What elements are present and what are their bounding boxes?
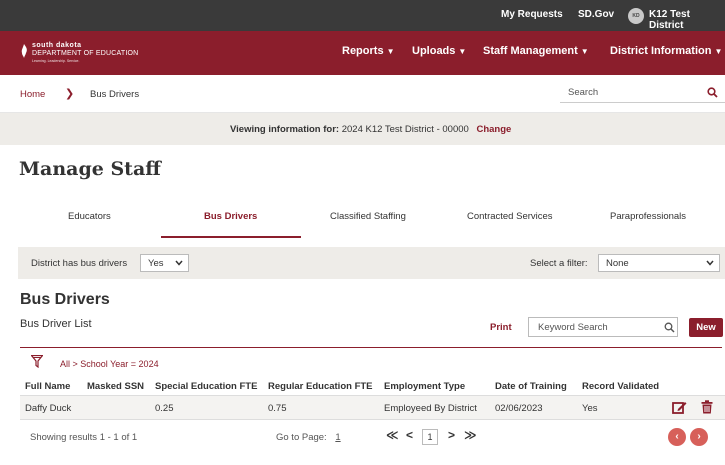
viewing-label: Viewing information for:	[230, 124, 340, 135]
keyword-search-placeholder: Keyword Search	[538, 322, 608, 333]
tab-classified-staffing[interactable]: Classified Staffing	[330, 211, 406, 222]
column-header[interactable]: Employment Type	[384, 381, 465, 392]
cell-full-name: Daffy Duck	[25, 403, 72, 414]
print-link[interactable]: Print	[490, 322, 512, 333]
caret-down-icon: ▼	[458, 47, 467, 56]
results-count: Showing results 1 - 1 of 1	[30, 432, 138, 443]
active-filter-text[interactable]: All > School Year = 2024	[60, 359, 159, 369]
search-placeholder: Search	[568, 87, 599, 98]
sdgov-link[interactable]: SD.Gov	[578, 9, 614, 20]
column-header[interactable]: Masked SSN	[87, 381, 144, 392]
chevron-down-icon	[706, 260, 714, 266]
has-bus-drivers-select[interactable]: Yes	[140, 254, 189, 272]
tab-educators[interactable]: Educators	[68, 211, 111, 222]
nav-staff-management-label: Staff Management	[483, 45, 578, 57]
has-bus-drivers-value: Yes	[148, 258, 164, 269]
select-filter-label: Select a filter:	[530, 258, 588, 269]
active-tab-indicator	[161, 236, 301, 238]
goto-page: Go to Page: 1	[276, 432, 341, 443]
cell-employment-type: Employeed By District	[384, 403, 477, 414]
cell-record-validated: Yes	[582, 403, 598, 414]
current-page[interactable]: 1	[422, 429, 438, 445]
tab-paraprofessionals[interactable]: Paraprofessionals	[610, 211, 686, 222]
nav-district-information-label: District Information	[610, 45, 712, 57]
cell-reg-fte: 0.75	[268, 403, 287, 414]
column-header[interactable]: Special Education FTE	[155, 381, 257, 392]
delete-icon[interactable]	[701, 400, 713, 414]
flame-icon	[21, 44, 27, 58]
next-circle-button[interactable]: ›	[690, 428, 708, 446]
keyword-search-input[interactable]: Keyword Search	[528, 317, 678, 337]
last-page-icon[interactable]: ≫	[464, 428, 477, 442]
district-account-link[interactable]: K12 Test District	[649, 9, 725, 31]
viewing-info: Viewing information for: 2024 K12 Test D…	[230, 124, 511, 135]
change-link[interactable]: Change	[476, 124, 511, 135]
cell-date-of-training: 02/06/2023	[495, 403, 543, 414]
nav-uploads[interactable]: Uploads ▼	[412, 45, 466, 57]
column-header[interactable]: Full Name	[25, 381, 70, 392]
breadcrumb: Home ❯ Bus Drivers Search	[0, 75, 725, 113]
nav-staff-management[interactable]: Staff Management ▼	[483, 45, 589, 57]
nav-district-information[interactable]: District Information ▼	[610, 45, 722, 57]
breadcrumb-home[interactable]: Home	[20, 89, 45, 100]
goto-page-label: Go to Page:	[276, 432, 327, 443]
caret-down-icon: ▼	[714, 47, 723, 56]
edit-icon[interactable]	[672, 400, 687, 414]
table-header: Full Name Masked SSN Special Education F…	[20, 380, 725, 396]
list-title: Bus Driver List	[20, 318, 92, 330]
has-bus-drivers-label: District has bus drivers	[31, 258, 128, 269]
search-input[interactable]: Search	[560, 85, 725, 103]
prev-page-icon[interactable]: <	[406, 428, 413, 442]
top-utility-bar: My Requests SD.Gov KD K12 Test District	[0, 0, 725, 31]
viewing-info-bar: Viewing information for: 2024 K12 Test D…	[0, 113, 725, 145]
nav-uploads-label: Uploads	[412, 45, 456, 57]
column-header[interactable]: Date of Training	[495, 381, 567, 392]
tab-bus-drivers[interactable]: Bus Drivers	[204, 211, 257, 222]
filter-icon[interactable]	[31, 355, 43, 368]
filter-select[interactable]: None	[598, 254, 720, 272]
section-title: Bus Drivers	[20, 291, 110, 308]
divider	[20, 347, 722, 348]
table-row[interactable]: Daffy Duck 0.25 0.75 Employeed By Distri…	[20, 396, 725, 420]
nav-reports[interactable]: Reports ▼	[342, 45, 394, 57]
column-header[interactable]: Record Validated	[582, 381, 659, 392]
page-title: Manage Staff	[19, 158, 161, 180]
logo-line-2: DEPARTMENT OF EDUCATION	[32, 50, 139, 57]
tab-contracted-services[interactable]: Contracted Services	[467, 211, 553, 222]
search-icon[interactable]	[707, 87, 718, 98]
main-navbar: south dakota DEPARTMENT OF EDUCATION Lea…	[0, 31, 725, 75]
cell-sped-fte: 0.25	[155, 403, 174, 414]
caret-down-icon: ▼	[386, 47, 395, 56]
new-button[interactable]: New	[689, 318, 723, 337]
pagination: Showing results 1 - 1 of 1 Go to Page: 1…	[20, 421, 725, 451]
viewing-value: 2024 K12 Test District - 00000	[341, 124, 469, 135]
logo-tagline: Learning. Leadership. Service.	[32, 59, 80, 63]
logo-line-1: south dakota	[32, 42, 82, 49]
chevron-down-icon	[175, 260, 183, 266]
filter-select-value: None	[606, 258, 629, 269]
first-page-icon[interactable]: ≪	[386, 428, 399, 442]
next-page-icon[interactable]: >	[448, 428, 455, 442]
breadcrumb-current: Bus Drivers	[90, 89, 140, 100]
column-header[interactable]: Regular Education FTE	[268, 381, 373, 392]
chevron-right-icon: ❯	[65, 88, 75, 100]
filter-bar: District has bus drivers Yes Select a fi…	[18, 247, 725, 279]
goto-page-link[interactable]: 1	[335, 432, 340, 443]
staff-tabs: Educators Bus Drivers Classified Staffin…	[18, 200, 725, 238]
search-icon[interactable]	[664, 322, 675, 333]
nav-reports-label: Reports	[342, 45, 384, 57]
prev-circle-button[interactable]: ‹	[668, 428, 686, 446]
my-requests-link[interactable]: My Requests	[501, 9, 563, 20]
avatar[interactable]: KD	[628, 8, 644, 24]
caret-down-icon: ▼	[580, 47, 589, 56]
